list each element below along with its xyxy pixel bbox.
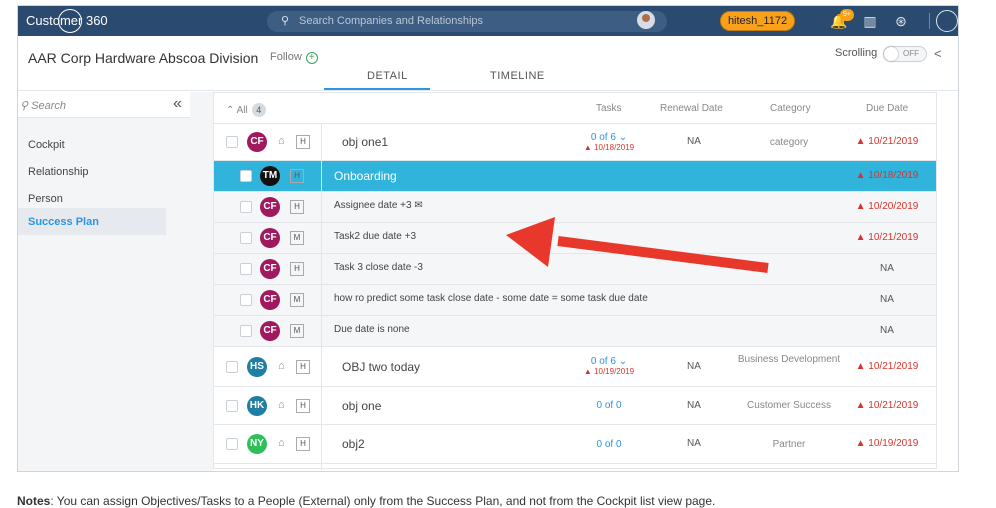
arrow-head — [506, 217, 555, 267]
app-window: Customer 360 ⚲ Search Companies and Relat… — [17, 5, 959, 472]
notes-text: Notes: You can assign Objectives/Tasks t… — [17, 494, 715, 508]
annotation-arrow — [506, 217, 769, 273]
notes-label: Notes — [17, 494, 51, 508]
notes-body: : You can assign Objectives/Tasks to a P… — [50, 494, 716, 508]
arrow-shaft — [557, 236, 769, 273]
